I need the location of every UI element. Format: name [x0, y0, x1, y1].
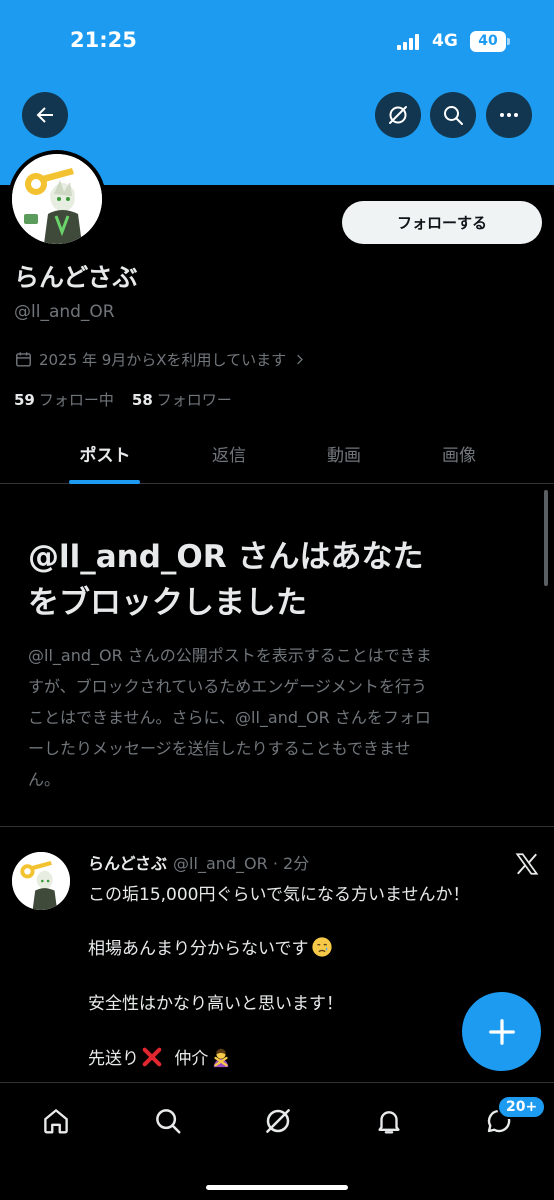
- calendar-icon: [16, 351, 31, 367]
- post-text-line: 安全性はかなり高いと思います！: [88, 994, 343, 1014]
- joined-date[interactable]: 2025 年 9月からXを利用しています: [14, 347, 307, 371]
- network-type: 4G: [432, 31, 458, 51]
- blocked-desc-line: ーしたりメッセージを送信したりすることもできませ: [28, 739, 411, 758]
- joined-text: 2025 年 9月からXを利用しています: [39, 350, 287, 369]
- post-text-line: 相場あんまり分からないです: [88, 934, 333, 959]
- blocked-desc-line: ん。: [28, 770, 61, 789]
- tab-videos[interactable]: 動画: [285, 422, 403, 484]
- blocked-description: @ll_and_OR さんの公開ポストを表示することはできま すが、ブロックされ…: [28, 640, 528, 795]
- plus-icon: [488, 1018, 515, 1045]
- followers-count: 58: [131, 391, 153, 409]
- nav-grok[interactable]: [258, 1101, 298, 1141]
- search-icon: [156, 1109, 181, 1134]
- post-author[interactable]: らんどさぶ: [88, 854, 167, 873]
- status-time: 21:25: [70, 28, 137, 52]
- post-meta: @ll_and_OR · 2分: [173, 854, 310, 873]
- more-horizontal-icon: [500, 113, 518, 117]
- following-count: 59: [14, 391, 35, 409]
- home-indicator[interactable]: [206, 1185, 348, 1190]
- nav-home[interactable]: [36, 1101, 76, 1141]
- signal-icon: [397, 34, 423, 50]
- arrow-left-icon: [36, 107, 53, 123]
- blocked-title: @ll_and_OR さんはあなた をブロックしました: [28, 534, 528, 626]
- x-logo-icon: [515, 853, 539, 875]
- blocked-desc-line: @ll_and_OR さんの公開ポストを表示することはできま: [28, 646, 432, 665]
- post-text: 仲介: [174, 1049, 209, 1069]
- post-header: らんどさぶ @ll_and_OR · 2分: [88, 850, 309, 874]
- avatar[interactable]: [8, 150, 106, 248]
- back-button[interactable]: [22, 92, 68, 138]
- messages-badge: 20+: [497, 1095, 547, 1119]
- search-icon: [444, 106, 463, 125]
- grok-button[interactable]: [375, 92, 421, 138]
- person-gesturing-no-emoji: [210, 1046, 232, 1068]
- compose-button[interactable]: [462, 992, 541, 1071]
- more-button[interactable]: [486, 92, 532, 138]
- follow-counts: 59 フォロー中 58 フォロワー: [14, 389, 232, 410]
- home-icon: [44, 1109, 68, 1134]
- follow-button[interactable]: フォローする: [342, 201, 542, 244]
- grok-icon: [266, 1109, 290, 1133]
- nav-search[interactable]: [148, 1101, 188, 1141]
- status-bar: 21:25 4G 40: [0, 0, 554, 80]
- post-text-line: 先送り 仲介: [88, 1044, 232, 1069]
- active-tab-indicator: [69, 480, 140, 484]
- display-name: らんどさぶ: [14, 263, 138, 292]
- battery-icon: 40: [470, 31, 506, 52]
- followers-link[interactable]: 58 フォロワー: [132, 389, 232, 410]
- tab-posts[interactable]: ポスト: [46, 422, 164, 484]
- grok-icon: [389, 106, 407, 124]
- cross-mark-emoji: [141, 1046, 163, 1068]
- followers-label: フォロワー: [156, 391, 232, 409]
- following-link[interactable]: 59 フォロー中: [14, 389, 114, 410]
- handle: @ll_and_OR: [14, 302, 115, 322]
- divider: [0, 826, 554, 827]
- avatar-image: [12, 154, 102, 244]
- post-text-line: この垢15,000円ぐらいで気になる方いませんか！: [88, 885, 470, 905]
- following-label: フォロー中: [38, 391, 114, 409]
- battery-tip: [507, 38, 510, 45]
- tab-replies[interactable]: 返信: [170, 422, 288, 484]
- chevron-right-icon: [297, 354, 303, 364]
- nav-notifications[interactable]: [369, 1101, 409, 1141]
- post-avatar[interactable]: [12, 852, 70, 910]
- post-text: 相場あんまり分からないです: [88, 939, 309, 959]
- profile-tabs: ポスト 返信 動画 画像: [0, 422, 554, 484]
- blocked-title-line: @ll_and_OR さんはあなた: [28, 539, 424, 575]
- post-text: 先送り: [88, 1049, 139, 1069]
- blocked-title-line: をブロックしました: [28, 585, 307, 621]
- blocked-desc-line: すが、ブロックされているためエンゲージメントを行う: [28, 677, 427, 696]
- notifications-icon: [378, 1111, 400, 1134]
- bottom-nav: [0, 1082, 554, 1200]
- crying-face-emoji: [311, 936, 333, 958]
- search-button[interactable]: [430, 92, 476, 138]
- tab-images[interactable]: 画像: [400, 422, 518, 484]
- scrollbar[interactable]: [544, 490, 548, 586]
- blocked-desc-line: ことはできません。さらに、@ll_and_OR さんをフォロ: [28, 708, 431, 727]
